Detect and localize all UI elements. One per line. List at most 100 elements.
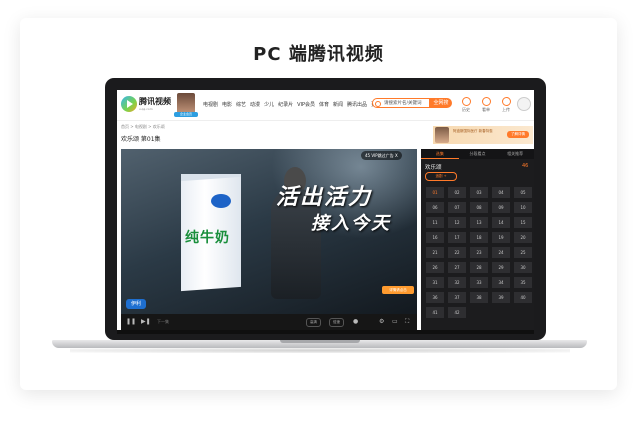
nav-link[interactable]: 腾讯出品 xyxy=(347,101,367,108)
logo-text[interactable]: 腾讯视频 xyxy=(139,96,171,107)
episode-button[interactable]: 07 xyxy=(448,202,466,213)
series-title: 欢乐颂 xyxy=(425,165,442,171)
episode-button[interactable]: 06 xyxy=(426,202,444,213)
nav-link[interactable]: 电影 xyxy=(222,101,232,108)
watchlist-label: 看单 xyxy=(482,107,490,112)
panel-tabs: 选集 分段看点 相关推荐 xyxy=(421,149,534,159)
nav-link[interactable]: 综艺 xyxy=(236,101,246,108)
brand-logo: 伊利 xyxy=(126,299,146,309)
history-label: 历史 xyxy=(462,107,470,112)
screen-bottom-bezel xyxy=(117,330,534,334)
episode-button[interactable]: 01 xyxy=(426,187,444,198)
quality-select[interactable]: 高清 xyxy=(306,318,321,327)
ad-slogan-line1: 活出活力 xyxy=(276,185,373,210)
laptop-shadow xyxy=(70,348,570,353)
episode-button[interactable]: 04 xyxy=(492,187,510,198)
episode-button[interactable]: 15 xyxy=(514,217,532,228)
episode-button[interactable]: 33 xyxy=(470,277,488,288)
episode-button[interactable]: 22 xyxy=(448,247,466,258)
tencent-video-logo-icon[interactable] xyxy=(121,96,137,112)
episode-button[interactable]: 35 xyxy=(514,277,532,288)
watchlist-button[interactable]: 看单 xyxy=(477,97,495,113)
upload-label: 上传 xyxy=(502,107,510,112)
episode-panel: 选集 分段看点 相关推荐 欢乐颂 46 追剧 + 01 02 03 04 05 06 07 08 0… xyxy=(421,149,534,330)
episode-button[interactable]: 19 xyxy=(492,232,510,243)
episode-button[interactable]: 39 xyxy=(492,292,510,303)
episode-button[interactable]: 42 xyxy=(448,307,466,318)
episode-button[interactable]: 05 xyxy=(514,187,532,198)
episode-button[interactable]: 10 xyxy=(514,202,532,213)
user-avatar[interactable] xyxy=(517,97,531,111)
episode-button[interactable]: 11 xyxy=(426,217,444,228)
nav-link[interactable]: 新闻 xyxy=(333,101,343,108)
panel-tab[interactable]: 分段看点 xyxy=(459,149,497,159)
episode-button[interactable]: 23 xyxy=(470,247,488,258)
theater-mode-icon[interactable]: ▭ xyxy=(392,319,398,325)
episode-button[interactable]: 26 xyxy=(426,262,444,273)
page-title: PC 端腾讯视频 xyxy=(253,44,384,65)
nav-link[interactable]: 动漫 xyxy=(250,101,260,108)
nav-link[interactable]: 电视剧 xyxy=(203,101,218,108)
episode-button[interactable]: 32 xyxy=(448,277,466,288)
follow-series-button[interactable]: 追剧 + xyxy=(425,172,457,181)
search-button[interactable]: 全网搜 xyxy=(430,98,452,108)
episode-button[interactable]: 37 xyxy=(448,292,466,303)
episode-button[interactable]: 30 xyxy=(514,262,532,273)
episode-button[interactable]: 16 xyxy=(426,232,444,243)
list-icon xyxy=(481,97,491,106)
episode-button[interactable]: 09 xyxy=(492,202,510,213)
ad-banner-text: 阿迪斯国际医疗 新春特惠 xyxy=(453,129,493,133)
episode-button[interactable]: 03 xyxy=(470,187,488,198)
fullscreen-icon[interactable]: ⛶ xyxy=(405,319,409,325)
episode-button[interactable]: 13 xyxy=(470,217,488,228)
episode-button[interactable]: 25 xyxy=(514,247,532,258)
episode-button[interactable]: 21 xyxy=(426,247,444,258)
episode-button[interactable]: 18 xyxy=(470,232,488,243)
episode-button[interactable]: 08 xyxy=(470,202,488,213)
episode-button[interactable]: 41 xyxy=(426,307,444,318)
episode-button[interactable]: 02 xyxy=(448,187,466,198)
settings-icon[interactable]: ⚙ xyxy=(379,319,384,325)
search-icon xyxy=(375,101,381,107)
nav-link[interactable]: 少儿 xyxy=(264,101,274,108)
episode-button[interactable]: 29 xyxy=(492,262,510,273)
episode-button[interactable]: 24 xyxy=(492,247,510,258)
next-episode-label[interactable]: 下一集 xyxy=(157,319,169,325)
next-episode-icon[interactable]: ▶❚ xyxy=(141,319,151,325)
nav-link[interactable]: 纪录片 xyxy=(278,101,293,108)
danmaku-toggle-icon[interactable]: ● xyxy=(353,319,358,325)
history-button[interactable]: 历史 xyxy=(457,97,475,113)
clock-icon xyxy=(461,97,471,106)
episode-button[interactable]: 36 xyxy=(426,292,444,303)
ad-detail-button[interactable]: 详情请点击 xyxy=(382,286,414,294)
ad-banner-image xyxy=(435,127,449,143)
episode-button[interactable]: 17 xyxy=(448,232,466,243)
ad-slogan-line2: 接入今天 xyxy=(311,213,391,234)
breadcrumb[interactable]: 首页 > 电视剧 > 欢乐颂 xyxy=(121,124,165,130)
logo-subtext: v.qq.com xyxy=(139,107,153,111)
panel-tab[interactable]: 相关推荐 xyxy=(496,149,534,159)
episode-button[interactable]: 12 xyxy=(448,217,466,228)
ad-banner-button[interactable]: 了解详情 xyxy=(507,131,529,138)
episode-button[interactable]: 20 xyxy=(514,232,532,243)
episode-button[interactable]: 38 xyxy=(470,292,488,303)
nav-link[interactable]: 体育 xyxy=(319,101,329,108)
nav-links: 电视剧电影综艺动漫少儿纪录片VIP会员体育新闻腾讯出品更多 xyxy=(203,101,381,108)
panel-tab[interactable]: 选集 xyxy=(421,149,459,159)
skip-ad-button[interactable]: 45 VIP跳过广告 X xyxy=(361,151,402,160)
pause-icon[interactable]: ❚❚ xyxy=(126,319,136,325)
episode-button[interactable]: 27 xyxy=(448,262,466,273)
player-controls: ❚❚ ▶❚ 下一集 高清 倍速 ● ⚙ ▭ ⛶ xyxy=(121,314,417,330)
episode-button[interactable]: 40 xyxy=(514,292,532,303)
speed-select[interactable]: 倍速 xyxy=(329,318,344,327)
video-player[interactable]: 纯牛奶 伊利 活出活力 接入今天 45 VIP跳过广告 X 详情请点击 xyxy=(121,149,417,314)
episode-button[interactable]: 34 xyxy=(492,277,510,288)
episode-button[interactable]: 31 xyxy=(426,277,444,288)
top-nav: 腾讯视频 v.qq.com 企业会员 电视剧 电影 综艺 动漫 少儿 纪录片 VIP会员 体育… xyxy=(117,90,534,121)
episode-button[interactable]: 14 xyxy=(492,217,510,228)
nav-link[interactable]: VIP会员 xyxy=(297,101,315,108)
milk-box-label: 纯牛奶 xyxy=(185,230,230,246)
episode-button[interactable]: 28 xyxy=(470,262,488,273)
ad-banner[interactable]: 阿迪斯国际医疗 新春特惠 了解详情 xyxy=(433,126,533,144)
upload-button[interactable]: 上传 xyxy=(497,97,515,113)
